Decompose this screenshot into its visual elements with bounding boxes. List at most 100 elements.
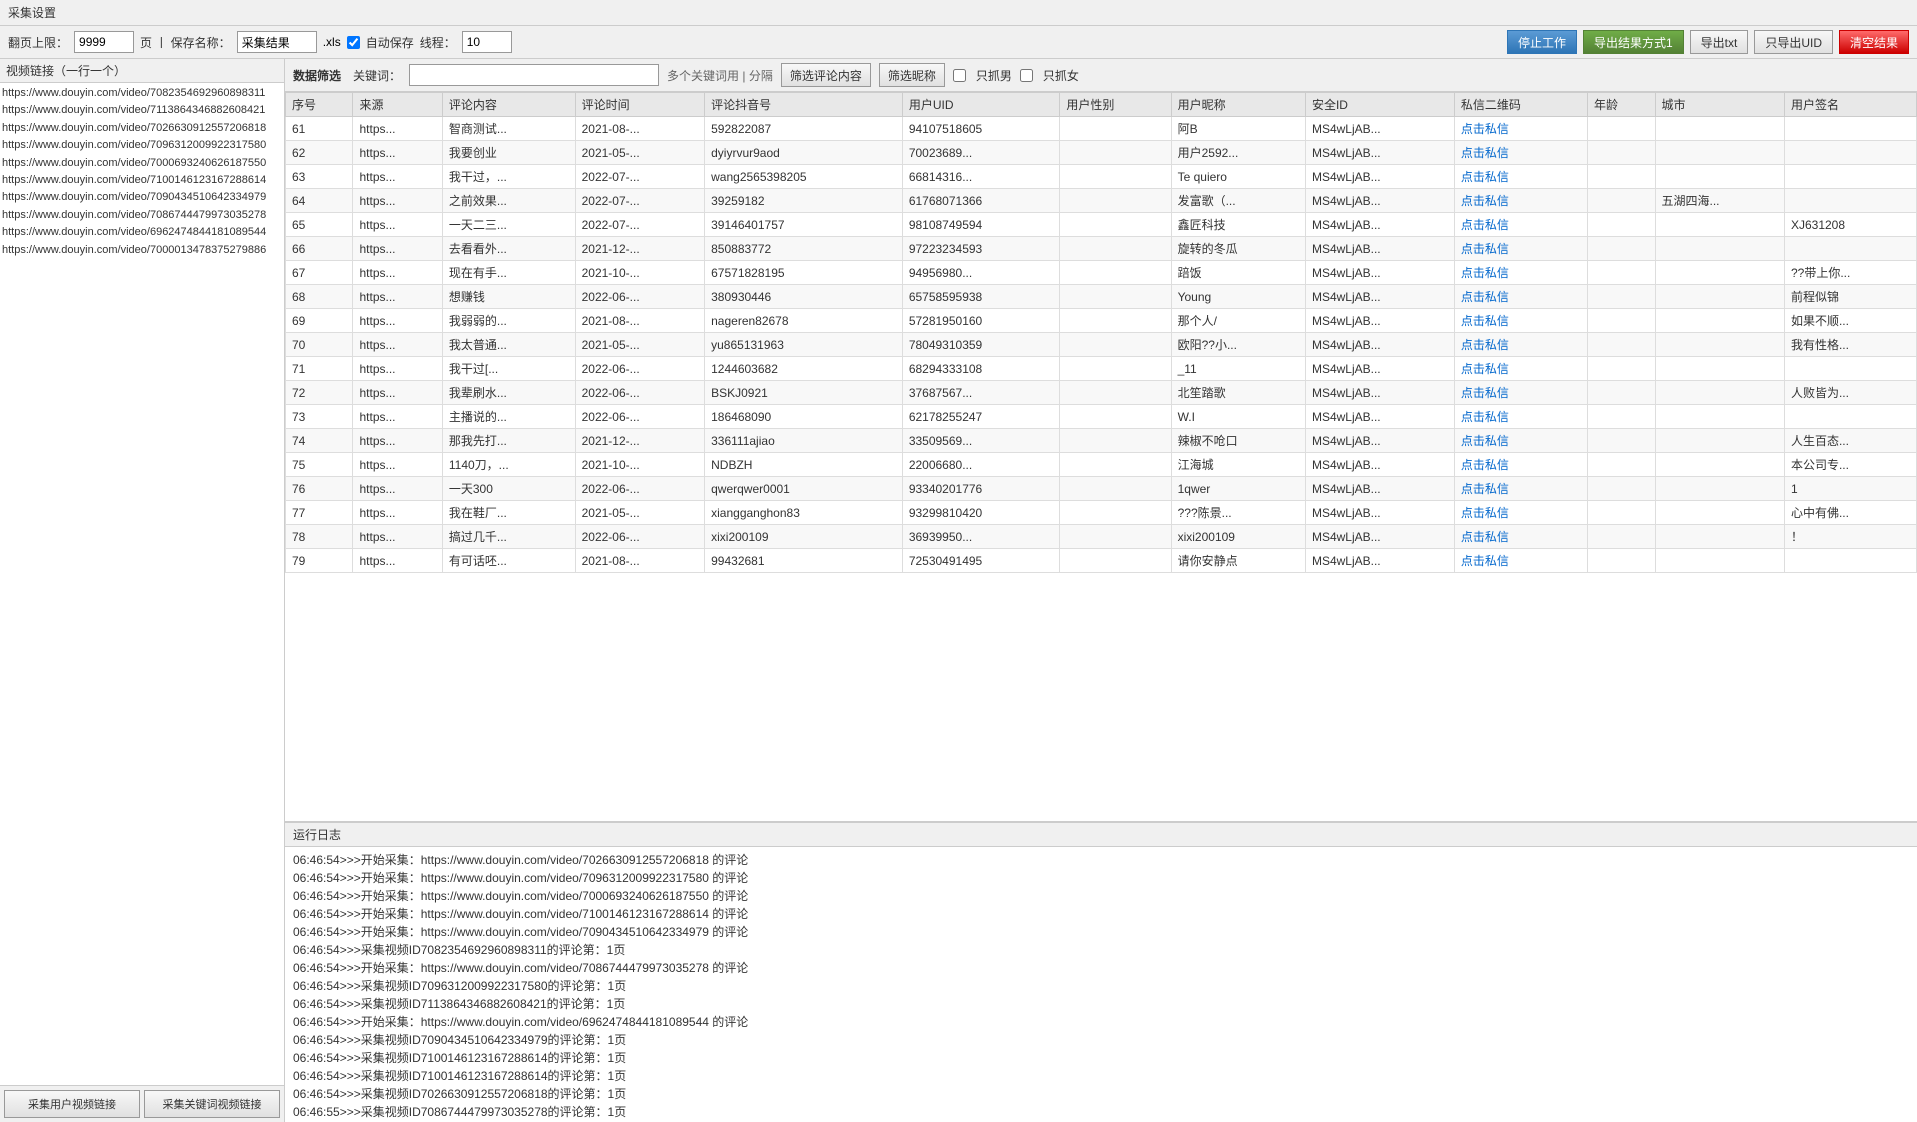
collect-user-video-button[interactable]: 采集用户视频链接 (4, 1090, 140, 1118)
list-item: https://www.douyin.com/video/70000134783… (2, 242, 282, 259)
table-cell: https... (353, 285, 442, 309)
auto-save-checkbox[interactable] (347, 36, 360, 49)
page-limit-input[interactable] (74, 31, 134, 53)
table-row[interactable]: 75https...1140刀，...2021-10-...NDBZH22006… (286, 453, 1917, 477)
table-cell: 2022-06-... (575, 525, 705, 549)
table-row[interactable]: 61https...智商测试...2021-08-...592822087941… (286, 117, 1917, 141)
table-column-header: 用户昵称 (1171, 93, 1305, 117)
table-cell: 2021-05-... (575, 501, 705, 525)
table-column-header: 城市 (1655, 93, 1784, 117)
table-cell (1588, 237, 1655, 261)
table-row[interactable]: 68https...想赚钱2022-06-...3809304466575859… (286, 285, 1917, 309)
table-cell: MS4wLjAB... (1305, 261, 1454, 285)
table-cell (1588, 117, 1655, 141)
table-cell: W.I (1171, 405, 1305, 429)
table-row[interactable]: 77https...我在鞋厂...2021-05-...xiangganghon… (286, 501, 1917, 525)
table-cell[interactable]: 点击私信 (1454, 189, 1587, 213)
table-row[interactable]: 65https...一天二三...2022-07-...391464017579… (286, 213, 1917, 237)
stop-work-button[interactable]: 停止工作 (1507, 30, 1577, 54)
table-row[interactable]: 64https...之前效果...2022-07-...392591826176… (286, 189, 1917, 213)
table-cell: 33509569... (902, 429, 1060, 453)
filter-comment-button[interactable]: 筛选评论内容 (781, 63, 871, 87)
table-cell[interactable]: 点击私信 (1454, 261, 1587, 285)
table-cell[interactable]: 点击私信 (1454, 165, 1587, 189)
table-cell[interactable]: 点击私信 (1454, 237, 1587, 261)
table-cell (1060, 525, 1171, 549)
table-cell[interactable]: 点击私信 (1454, 381, 1587, 405)
table-cell: MS4wLjAB... (1305, 477, 1454, 501)
table-cell (1060, 405, 1171, 429)
table-cell[interactable]: 点击私信 (1454, 117, 1587, 141)
table-cell (1060, 381, 1171, 405)
collect-keyword-video-button[interactable]: 采集关键词视频链接 (144, 1090, 280, 1118)
table-row[interactable]: 66https...去看看外...2021-12-...850883772972… (286, 237, 1917, 261)
table-row[interactable]: 70https...我太普通...2021-05-...yu8651319637… (286, 333, 1917, 357)
list-item: https://www.douyin.com/video/70867444799… (2, 207, 282, 224)
table-cell (1060, 141, 1171, 165)
table-cell (1060, 357, 1171, 381)
table-cell[interactable]: 点击私信 (1454, 213, 1587, 237)
table-cell[interactable]: 点击私信 (1454, 525, 1587, 549)
table-cell: 98108749594 (902, 213, 1060, 237)
table-cell: MS4wLjAB... (1305, 165, 1454, 189)
table-cell[interactable]: 点击私信 (1454, 333, 1587, 357)
table-row[interactable]: 63https...我干过，...2022-07-...wang25653982… (286, 165, 1917, 189)
table-cell: MS4wLjAB... (1305, 453, 1454, 477)
table-cell: 前程似锦 (1784, 285, 1916, 309)
table-cell[interactable]: 点击私信 (1454, 405, 1587, 429)
table-body: 61https...智商测试...2021-08-...592822087941… (286, 117, 1917, 573)
table-cell (1588, 165, 1655, 189)
table-cell[interactable]: 点击私信 (1454, 357, 1587, 381)
table-column-header: 年龄 (1588, 93, 1655, 117)
table-row[interactable]: 72https...我辈刷水...2022-06-...BSKJ09213768… (286, 381, 1917, 405)
table-cell: 66 (286, 237, 353, 261)
log-line: 06:46:54>>>开始采集：https://www.douyin.com/v… (293, 869, 1909, 887)
table-row[interactable]: 73https...主播说的...2022-06-...186468090621… (286, 405, 1917, 429)
thread-input[interactable] (462, 31, 512, 53)
only-female-checkbox[interactable] (1020, 69, 1033, 82)
table-cell: MS4wLjAB... (1305, 405, 1454, 429)
table-cell (1655, 381, 1784, 405)
table-row[interactable]: 78https...搞过几千...2022-06-...xixi20010936… (286, 525, 1917, 549)
table-cell (1588, 405, 1655, 429)
table-row[interactable]: 79https...有可话呸...2021-08-...994326817253… (286, 549, 1917, 573)
keyword-input[interactable] (409, 64, 659, 86)
table-cell (1060, 333, 1171, 357)
log-content: 06:46:54>>>开始采集：https://www.douyin.com/v… (285, 847, 1917, 1122)
export-txt-button[interactable]: 导出txt (1690, 30, 1749, 54)
table-row[interactable]: 62https...我要创业2021-05-...dyiyrvur9aod700… (286, 141, 1917, 165)
table-cell: 我要创业 (442, 141, 575, 165)
save-name-input[interactable] (237, 31, 317, 53)
table-cell: 我在鞋厂... (442, 501, 575, 525)
table-cell[interactable]: 点击私信 (1454, 309, 1587, 333)
table-cell: 发富歌（... (1171, 189, 1305, 213)
table-cell[interactable]: 点击私信 (1454, 453, 1587, 477)
export-method-button[interactable]: 导出结果方式1 (1583, 30, 1684, 54)
table-cell: NDBZH (705, 453, 903, 477)
table-cell: BSKJ0921 (705, 381, 903, 405)
table-row[interactable]: 69https...我弱弱的...2021-08-...nageren82678… (286, 309, 1917, 333)
log-line: 06:46:54>>>开始采集：https://www.douyin.com/v… (293, 905, 1909, 923)
table-cell: 36939950... (902, 525, 1060, 549)
table-cell (1060, 189, 1171, 213)
table-cell[interactable]: 点击私信 (1454, 477, 1587, 501)
table-cell[interactable]: 点击私信 (1454, 501, 1587, 525)
clear-results-button[interactable]: 清空结果 (1839, 30, 1909, 54)
table-cell[interactable]: 点击私信 (1454, 141, 1587, 165)
table-row[interactable]: 74https...那我先打...2021-12-...336111ajiao3… (286, 429, 1917, 453)
table-cell[interactable]: 点击私信 (1454, 429, 1587, 453)
table-cell[interactable]: 点击私信 (1454, 549, 1587, 573)
table-cell (1784, 405, 1916, 429)
table-cell (1588, 141, 1655, 165)
table-cell (1655, 477, 1784, 501)
table-row[interactable]: 67https...现在有手...2021-10-...675718281959… (286, 261, 1917, 285)
table-cell[interactable]: 点击私信 (1454, 285, 1587, 309)
export-uid-button[interactable]: 只导出UID (1754, 30, 1833, 54)
table-row[interactable]: 71https...我干过[...2022-06-...124460368268… (286, 357, 1917, 381)
filter-nickname-button[interactable]: 筛选昵称 (879, 63, 945, 87)
table-cell: 那个人/ (1171, 309, 1305, 333)
log-area: 运行日志 06:46:54>>>开始采集：https://www.douyin.… (285, 822, 1917, 1122)
only-male-checkbox[interactable] (953, 69, 966, 82)
table-cell (1588, 189, 1655, 213)
table-row[interactable]: 76https...一天3002022-06-...qwerqwer000193… (286, 477, 1917, 501)
